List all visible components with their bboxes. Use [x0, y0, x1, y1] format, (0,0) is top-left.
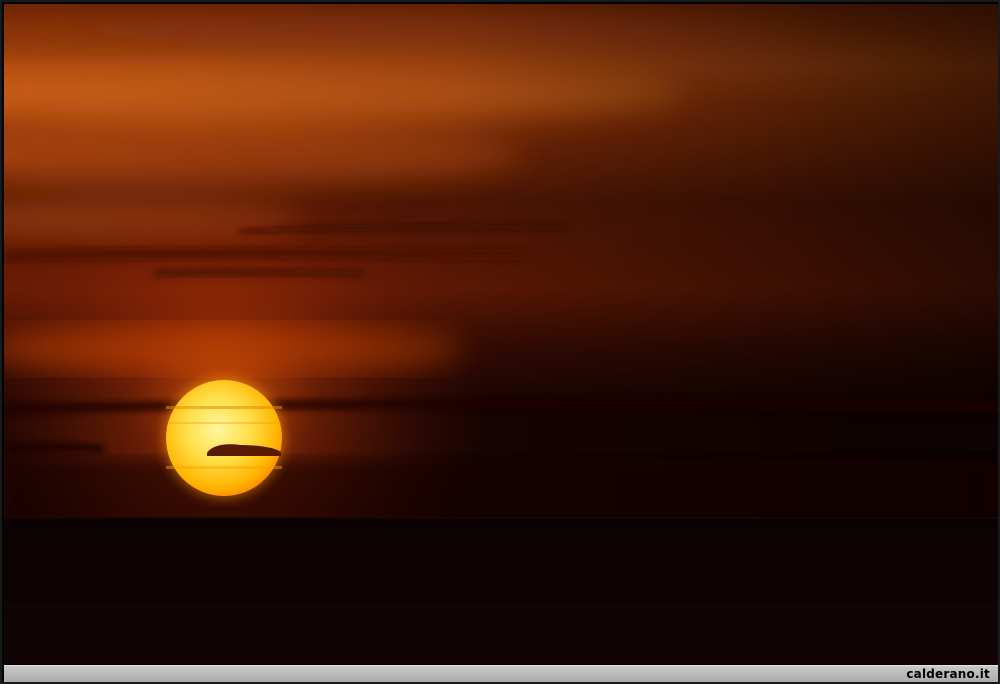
- sea: [4, 517, 998, 664]
- photo-frame: calderano.it: [0, 0, 1000, 684]
- sky-shade: [4, 4, 998, 524]
- caption-bar: calderano.it: [4, 665, 998, 682]
- watermark-text: calderano.it: [906, 667, 990, 681]
- sunset-photo: [4, 4, 998, 664]
- sun: [164, 378, 284, 498]
